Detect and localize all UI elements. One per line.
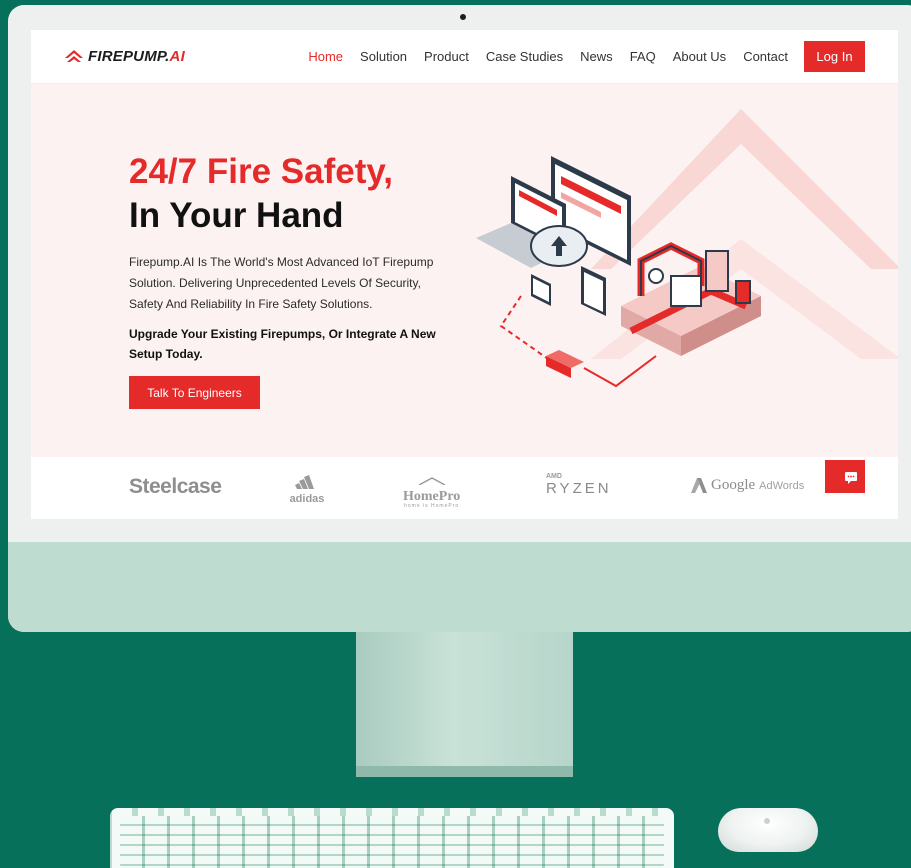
chat-button[interactable]: [825, 460, 865, 493]
logo-text-main: FIREPUMP.: [88, 48, 170, 65]
logo-text-accent: AI: [169, 48, 185, 65]
logo-steelcase: Steelcase: [129, 475, 222, 498]
login-button[interactable]: Log In: [804, 41, 865, 72]
adwords-wordmark: AdWords: [759, 479, 805, 492]
chat-bubble-icon: [845, 472, 857, 484]
house-roof-icon: [418, 477, 445, 486]
camera-dot: [460, 14, 466, 20]
main-menu: Home Solution Product Case Studies News …: [308, 49, 788, 64]
google-wordmark: Google: [711, 477, 756, 493]
logo-adidas: adidas: [287, 473, 327, 505]
hero-subtext: Upgrade Your Existing Firepumps, Or Inte…: [129, 327, 436, 361]
logo-homepro: HomePro home is HomePro: [403, 472, 460, 510]
monitor-chin: [8, 542, 911, 632]
partner-logos-strip: Steelcase adidas HomePro home is HomePro…: [31, 457, 898, 519]
adwords-a-icon: [691, 478, 707, 493]
flame-chevron-icon: [65, 49, 83, 62]
nav-item-product[interactable]: Product: [424, 49, 469, 64]
homepro-tagline: home is HomePro: [404, 503, 460, 509]
homepro-wordmark: HomePro: [403, 489, 461, 504]
ryzen-wordmark: RYZEN: [546, 480, 612, 497]
hero-headline-dark: In Your Hand: [129, 196, 344, 235]
hero-description: Firepump.AI Is The World's Most Advanced…: [129, 255, 434, 311]
monitor-stand-foot: [356, 766, 573, 777]
mouse: [718, 808, 818, 852]
logo-amd-ryzen: AMD RYZEN: [546, 473, 612, 497]
nav-item-news[interactable]: News: [580, 49, 613, 64]
keyboard: [110, 808, 674, 868]
logo-google-adwords: Google AdWords: [691, 477, 804, 494]
top-navigation: FIREPUMP.AI Home Solution Product Case S…: [31, 30, 898, 84]
monitor-stand: [356, 632, 573, 777]
mouse-logo-icon: [764, 818, 770, 824]
hero-section: 24/7 Fire Safety, In Your Hand Firepump.…: [31, 84, 898, 457]
keyboard-keys: [120, 816, 664, 868]
nav-item-contact[interactable]: Contact: [743, 49, 788, 64]
website-screen: FIREPUMP.AI Home Solution Product Case S…: [31, 30, 898, 519]
nav-item-faq[interactable]: FAQ: [630, 49, 656, 64]
site-logo[interactable]: FIREPUMP.AI: [65, 48, 185, 65]
nav-item-solution[interactable]: Solution: [360, 49, 407, 64]
nav-item-home[interactable]: Home: [308, 49, 343, 64]
nav-item-case-studies[interactable]: Case Studies: [486, 49, 563, 64]
iot-firepump-illustration: [476, 156, 761, 388]
adidas-wordmark: adidas: [289, 493, 325, 505]
logo-text: FIREPUMP.AI: [88, 48, 185, 65]
hero-headline-red: 24/7 Fire Safety,: [129, 152, 393, 191]
talk-to-engineers-button[interactable]: Talk To Engineers: [129, 376, 260, 409]
nav-item-about-us[interactable]: About Us: [673, 49, 726, 64]
adidas-stripes-icon: [295, 475, 314, 489]
